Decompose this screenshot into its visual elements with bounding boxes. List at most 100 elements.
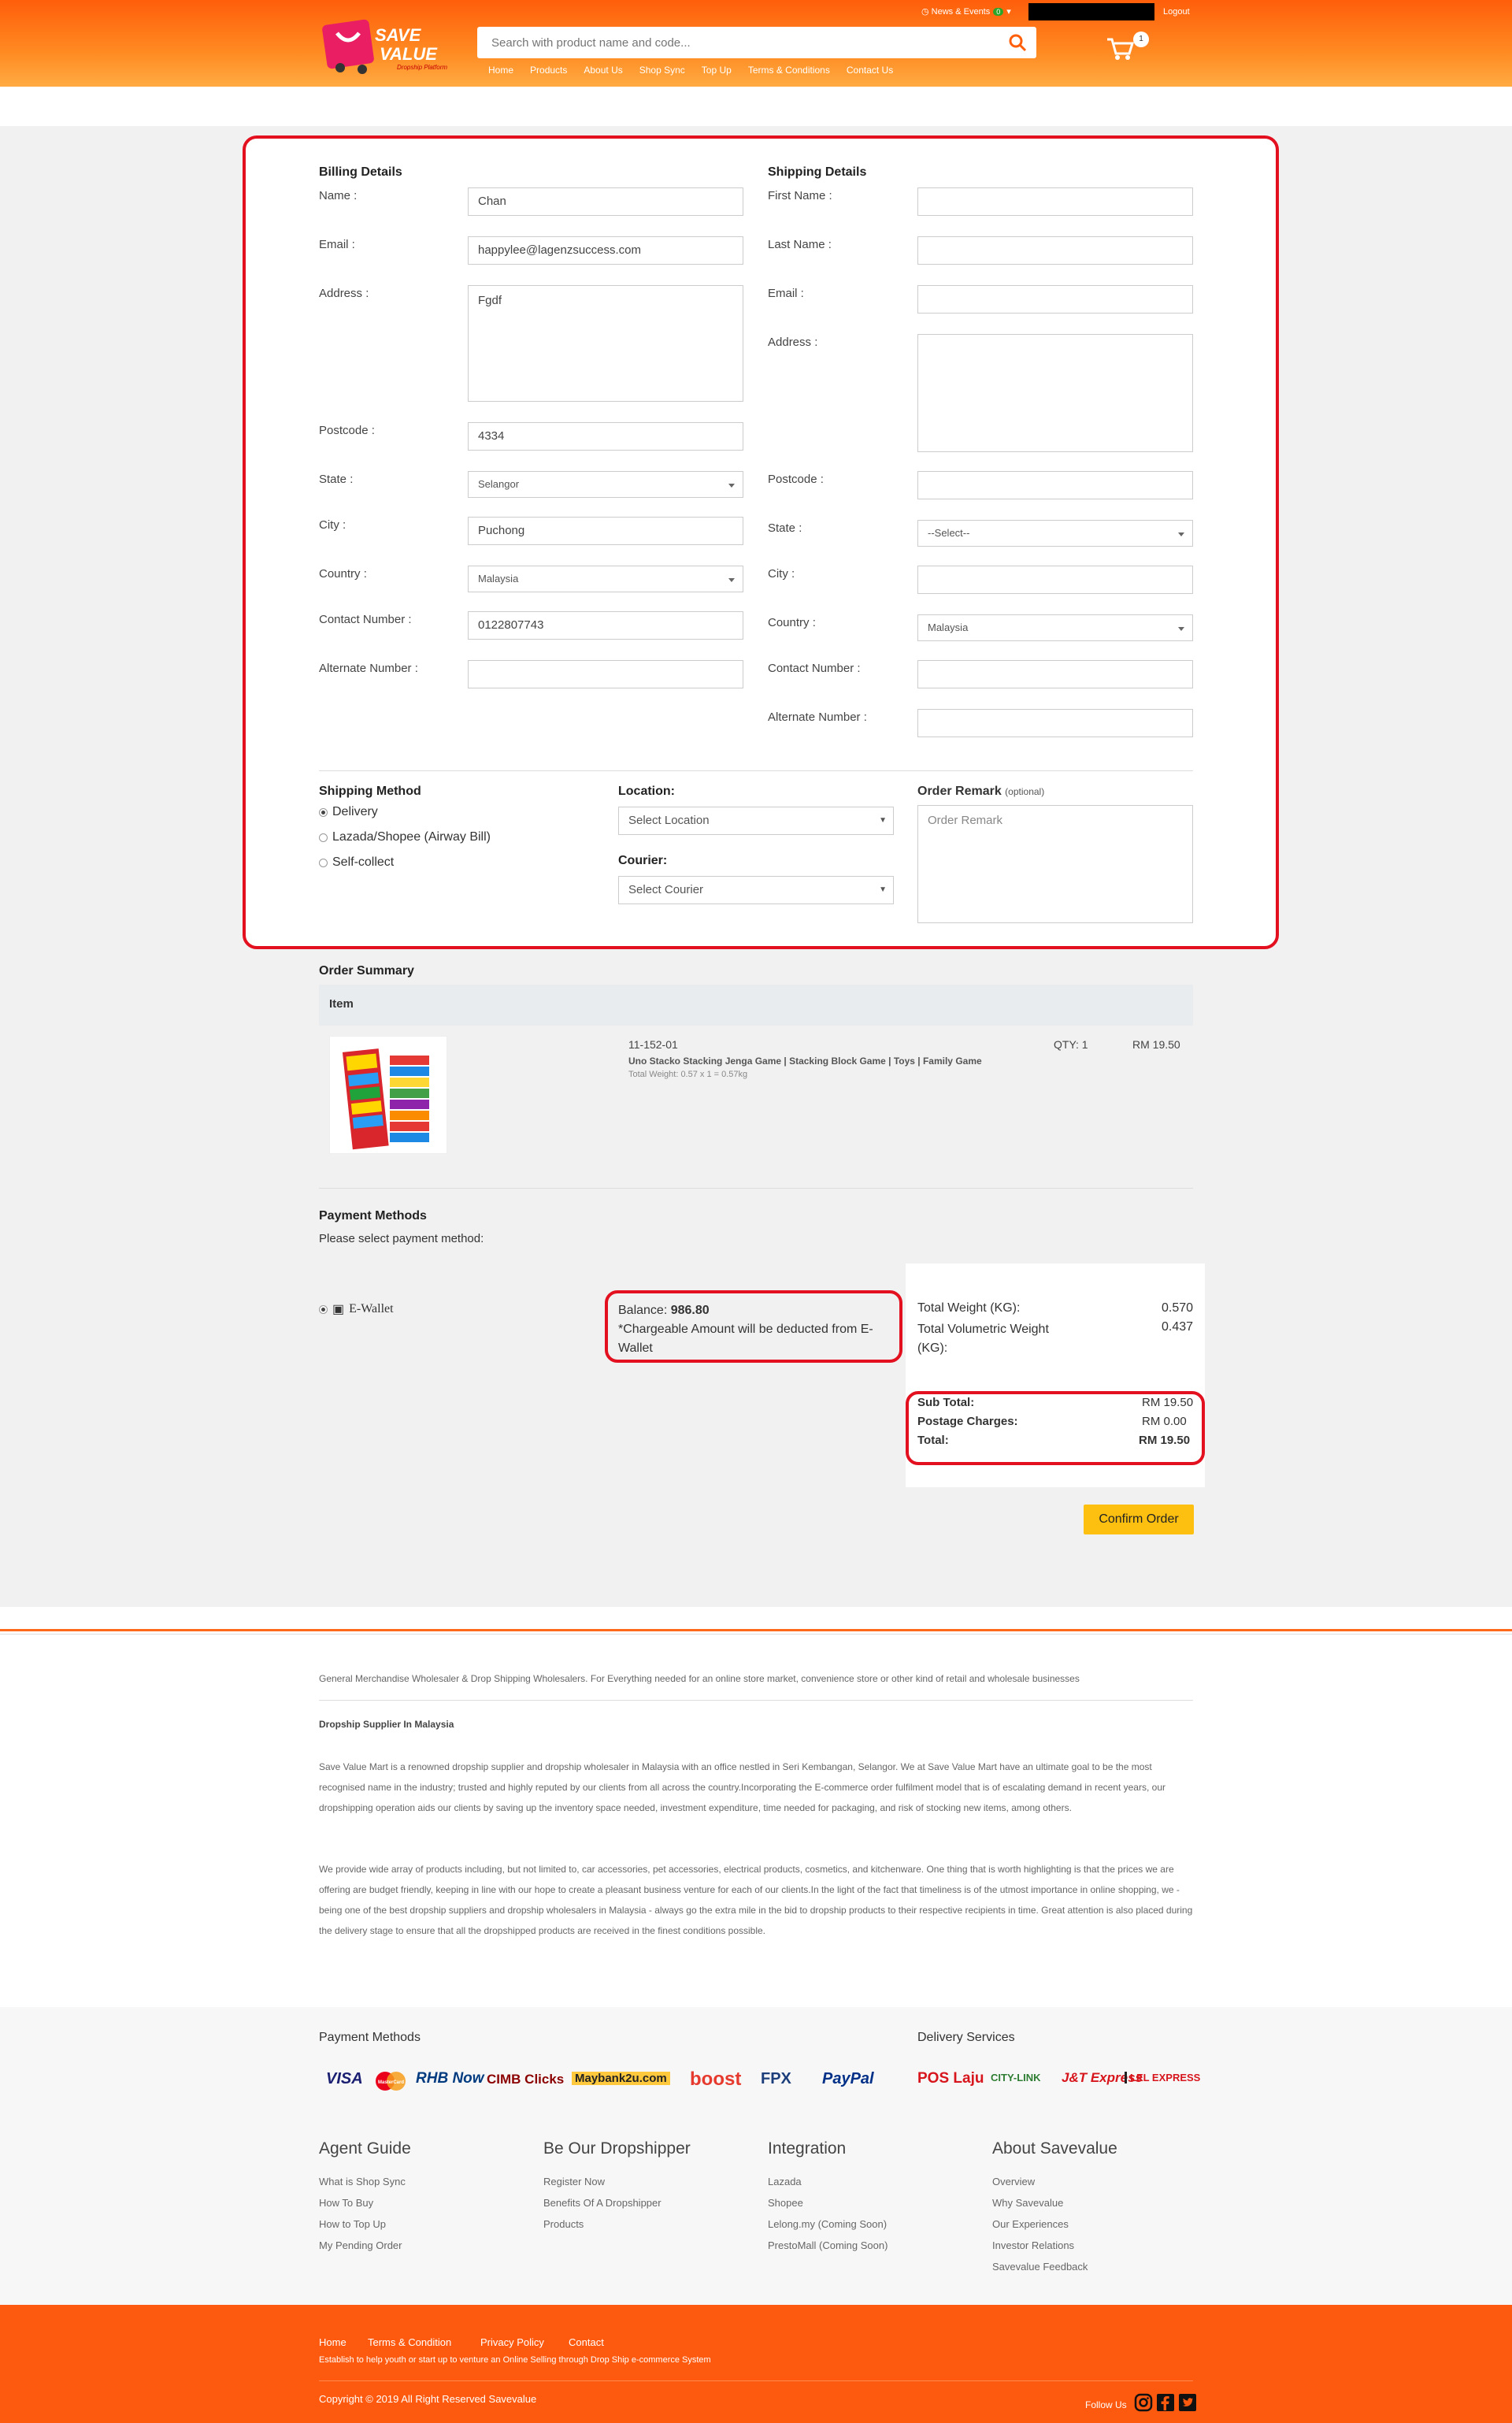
billing-state-select[interactable]: Selangor (468, 471, 743, 498)
shipping-country-label: Country : (768, 616, 816, 629)
order-remark-field[interactable]: Order Remark (917, 805, 1193, 923)
location-select[interactable]: Select Location ▼ (618, 807, 894, 835)
site-header: SAVE VALUE Dropship Platform ◷ News & Ev… (0, 0, 1512, 87)
billing-country-select[interactable]: Malaysia (468, 566, 743, 592)
divider (319, 2380, 1193, 2381)
svg-text:Dropship Platform: Dropship Platform (397, 64, 447, 71)
footer-link-overview[interactable]: Overview (992, 2176, 1035, 2187)
search-icon[interactable] (1008, 33, 1027, 55)
citylink-logo: CITY-LINK (991, 2072, 1041, 2083)
item-weight: Total Weight: 0.57 x 1 = 0.57kg (628, 1070, 748, 1079)
footer-link-prestomall[interactable]: PrestoMall (Coming Soon) (768, 2239, 888, 2251)
shipping-address-label: Address : (768, 336, 818, 349)
cart-icon[interactable] (1106, 36, 1135, 65)
nav-terms[interactable]: Terms & Conditions (748, 65, 830, 76)
billing-country-label: Country : (319, 567, 367, 581)
balance-note: *Chargeable Amount will be deducted from… (618, 1323, 873, 1355)
footer-link-my-pending-order[interactable]: My Pending Order (319, 2239, 402, 2251)
nav-contact-us[interactable]: Contact Us (847, 65, 893, 76)
footer-link-benefits[interactable]: Benefits Of A Dropshipper (543, 2197, 662, 2209)
shipping-address-field[interactable] (917, 334, 1193, 452)
confirm-order-button[interactable]: Confirm Order (1084, 1505, 1194, 1534)
shipping-country-value: Malaysia (928, 622, 969, 633)
shipping-contact-field[interactable] (917, 660, 1193, 688)
news-events-link[interactable]: ◷ News & Events 0 ▾ (921, 6, 1011, 17)
cart-count-badge: 1 (1133, 32, 1149, 47)
billing-state-value: Selangor (478, 478, 520, 490)
bottom-link-home[interactable]: Home (319, 2336, 346, 2348)
footer-link-lelong[interactable]: Lelong.my (Coming Soon) (768, 2218, 887, 2230)
bottom-tagline: Establish to help youth or start up to v… (319, 2355, 711, 2365)
footer-link-register-now[interactable]: Register Now (543, 2176, 605, 2187)
billing-state-label: State : (319, 473, 354, 486)
payment-methods-heading: Payment Methods (319, 1209, 427, 1223)
shipping-first-name-field[interactable] (917, 187, 1193, 216)
shipping-first-name-label: First Name : (768, 189, 832, 202)
shipping-state-value: --Select-- (928, 527, 970, 539)
nav-home[interactable]: Home (488, 65, 513, 76)
courier-select[interactable]: Select Courier ▼ (618, 876, 894, 904)
footer-link-products[interactable]: Products (543, 2218, 584, 2230)
svg-text:SAVE: SAVE (375, 25, 422, 45)
page: SAVE VALUE Dropship Platform ◷ News & Ev… (0, 0, 1512, 2423)
chevron-down-icon (728, 484, 735, 488)
about-paragraph-1: Save Value Mart is a renowned dropship s… (319, 1761, 1166, 1813)
billing-address-field[interactable]: Fgdf (468, 285, 743, 402)
search-input[interactable] (477, 27, 981, 58)
shipping-state-select[interactable]: --Select-- (917, 520, 1193, 547)
optional-label: (optional) (1005, 786, 1045, 797)
boost-logo: boost (690, 2069, 742, 2090)
radio-icon (319, 858, 328, 867)
footer-payment-heading: Payment Methods (319, 2031, 421, 2044)
product-image (329, 1036, 447, 1154)
billing-contact-field[interactable]: 0122807743 (468, 611, 743, 640)
facebook-icon[interactable] (1156, 2393, 1175, 2415)
footer-link-how-to-buy[interactable]: How To Buy (319, 2197, 373, 2209)
search-bar (477, 27, 1036, 58)
twitter-icon[interactable] (1178, 2393, 1197, 2415)
nav-about-us[interactable]: About Us (584, 65, 622, 76)
footer-link-our-experiences[interactable]: Our Experiences (992, 2218, 1069, 2230)
billing-email-field[interactable]: happylee@lagenzsuccess.com (468, 236, 743, 265)
nav-products[interactable]: Products (530, 65, 567, 76)
shipping-city-field[interactable] (917, 566, 1193, 594)
footer-link-why-savevalue[interactable]: Why Savevalue (992, 2197, 1063, 2209)
footer-link-what-is-shop-sync[interactable]: What is Shop Sync (319, 2176, 406, 2187)
shipping-last-name-field[interactable] (917, 236, 1193, 265)
footer-col-agent-guide-title: Agent Guide (319, 2139, 411, 2158)
news-count-badge: 0 (993, 7, 1004, 16)
instagram-icon[interactable] (1134, 2393, 1153, 2415)
bottom-link-terms[interactable]: Terms & Condition (368, 2336, 451, 2348)
billing-city-field[interactable]: Puchong (468, 517, 743, 545)
billing-alt-field[interactable] (468, 660, 743, 688)
option-label: Lazada/Shopee (Airway Bill) (332, 830, 491, 844)
shipping-option-delivery[interactable]: Delivery (319, 805, 378, 819)
order-summary-heading: Order Summary (319, 964, 414, 978)
billing-name-field[interactable]: Chan (468, 187, 743, 216)
shipping-option-lazada-shopee[interactable]: Lazada/Shopee (Airway Bill) (319, 830, 491, 844)
shipping-alt-field[interactable] (917, 709, 1193, 737)
shipping-country-select[interactable]: Malaysia (917, 614, 1193, 641)
site-logo[interactable]: SAVE VALUE Dropship Platform (321, 13, 460, 74)
shipping-postcode-field[interactable] (917, 471, 1193, 499)
logout-link[interactable]: Logout (1163, 7, 1190, 17)
user-account-box[interactable] (1028, 3, 1154, 20)
bottom-link-contact[interactable]: Contact (569, 2336, 604, 2348)
about-paragraph-2: We provide wide array of products includ… (319, 1864, 1193, 1936)
bottom-link-privacy[interactable]: Privacy Policy (480, 2336, 544, 2348)
footer-link-how-to-top-up[interactable]: How to Top Up (319, 2218, 386, 2230)
divider (319, 1700, 1193, 1701)
nav-top-up[interactable]: Top Up (702, 65, 732, 76)
nav-shop-sync[interactable]: Shop Sync (639, 65, 685, 76)
footer-col-dropshipper-title: Be Our Dropshipper (543, 2139, 691, 2158)
payment-option-ewallet[interactable]: ▣ E-Wallet (319, 1301, 394, 1317)
footer-link-lazada[interactable]: Lazada (768, 2176, 802, 2187)
billing-postcode-field[interactable]: 4334 (468, 422, 743, 451)
footer-link-shopee[interactable]: Shopee (768, 2197, 803, 2209)
shipping-option-self-collect[interactable]: Self-collect (319, 855, 394, 870)
chevron-down-icon (1178, 532, 1184, 536)
footer-link-investor-relations[interactable]: Investor Relations (992, 2239, 1074, 2251)
footer-link-feedback[interactable]: Savevalue Feedback (992, 2261, 1088, 2273)
shipping-email-field[interactable] (917, 285, 1193, 314)
balance-label: Balance: (618, 1304, 668, 1317)
